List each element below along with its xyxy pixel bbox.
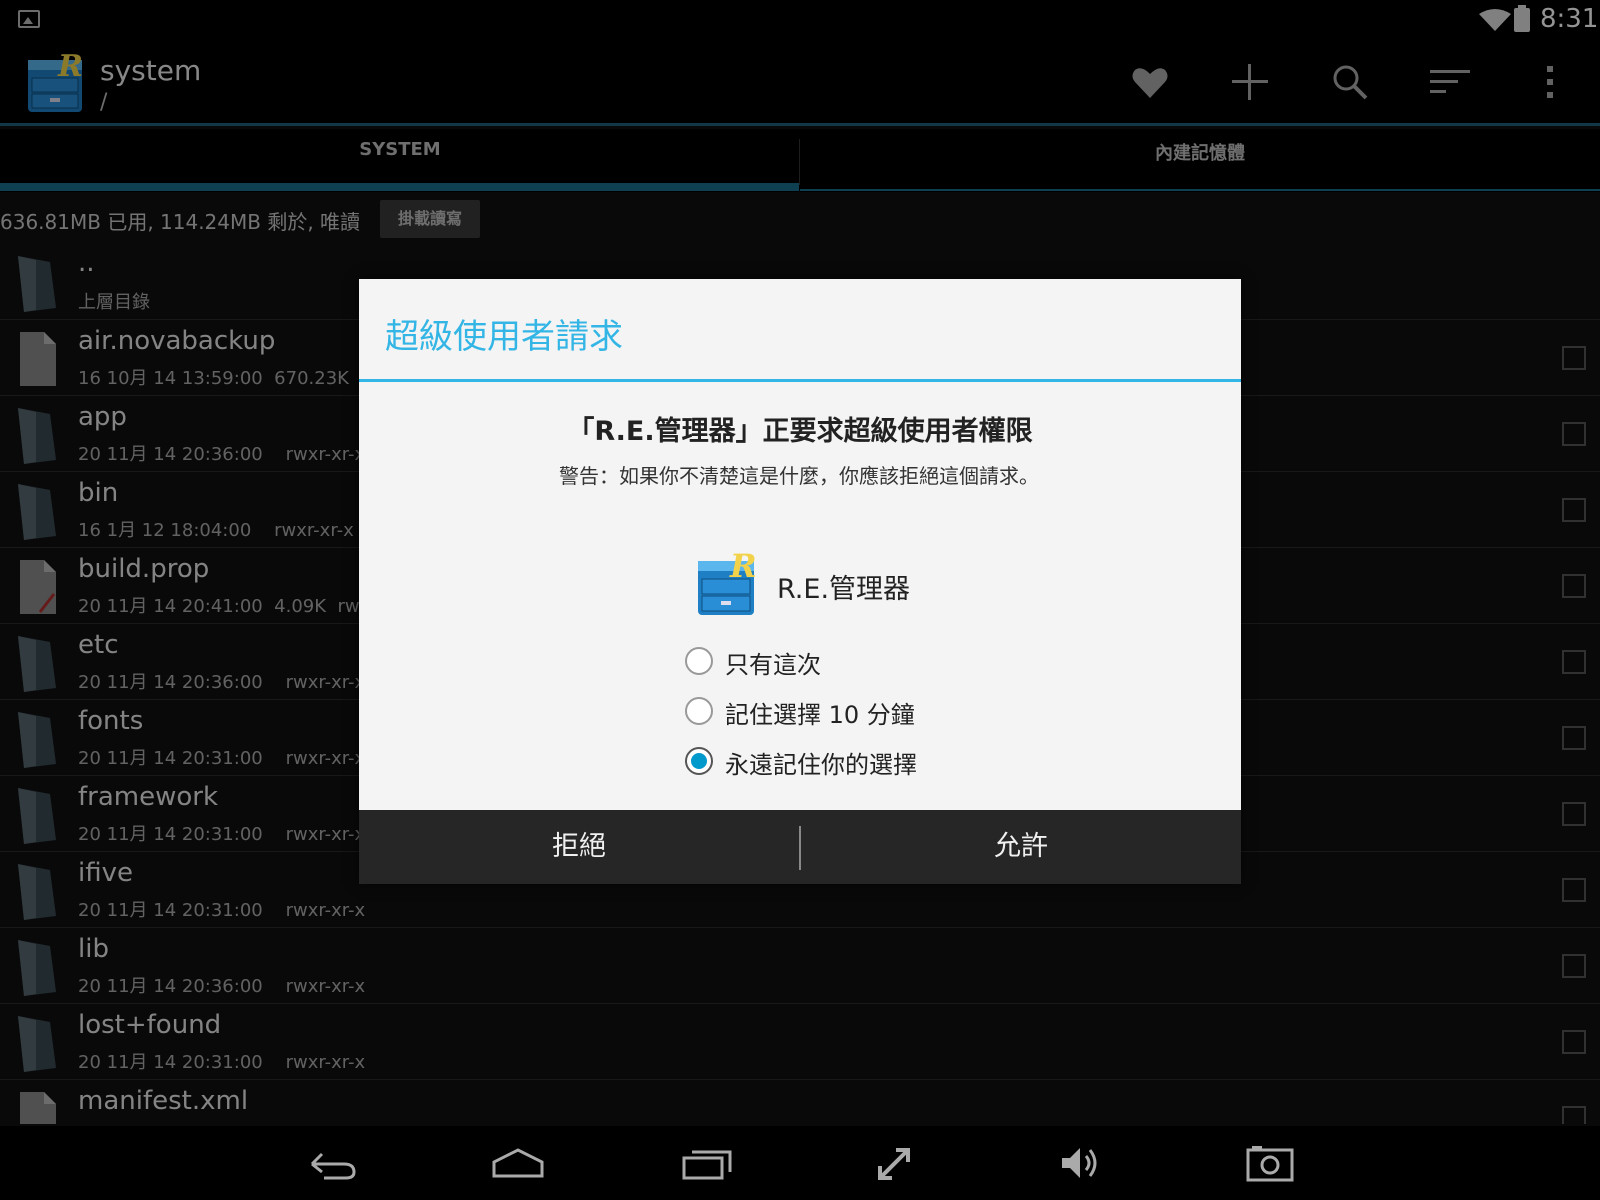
dialog-title-divider — [359, 379, 1241, 382]
re-manager-app-icon: R — [698, 547, 757, 615]
dialog-title: 超級使用者請求 — [385, 317, 623, 357]
radio-label: 永遠記住你的選擇 — [725, 751, 917, 779]
expand-icon — [878, 1148, 910, 1180]
deny-button[interactable]: 拒絕 — [359, 810, 799, 884]
radio-label: 記住選擇 10 分鐘 — [725, 701, 915, 729]
radio-button[interactable] — [685, 697, 713, 725]
volume-icon — [1062, 1148, 1097, 1178]
radio-button-selected[interactable] — [685, 747, 713, 775]
option-remember-forever[interactable]: 永遠記住你的選擇 — [685, 743, 1105, 783]
home-button[interactable] — [490, 1138, 546, 1188]
dialog-button-bar: 拒絕 允許 — [359, 810, 1241, 884]
recents-icon — [682, 1150, 732, 1180]
dialog-warning: 警告：如果你不清楚這是什麼，你應該拒絕這個請求。 — [559, 464, 1039, 488]
screenshot-button[interactable] — [1242, 1138, 1298, 1188]
back-icon — [310, 1152, 356, 1180]
svg-text:R: R — [729, 547, 757, 585]
dialog-heading: 「R.E.管理器」正要求超級使用者權限 — [567, 416, 1033, 447]
option-this-time-only[interactable]: 只有這次 — [685, 643, 1105, 683]
recents-button[interactable] — [680, 1138, 736, 1188]
option-remember-10-minutes[interactable]: 記住選擇 10 分鐘 — [685, 693, 1105, 733]
volume-button[interactable] — [1052, 1138, 1108, 1188]
expand-button[interactable] — [866, 1138, 922, 1188]
navigation-bar — [0, 1126, 1600, 1200]
home-icon — [492, 1148, 544, 1178]
allow-button[interactable]: 允許 — [801, 810, 1241, 884]
requesting-app-name: R.E.管理器 — [777, 574, 911, 605]
radio-button[interactable] — [685, 647, 713, 675]
superuser-request-dialog: 超級使用者請求 「R.E.管理器」正要求超級使用者權限 警告：如果你不清楚這是什… — [359, 279, 1241, 884]
back-button[interactable] — [304, 1138, 360, 1188]
screenshot-icon — [1246, 1146, 1294, 1182]
screen: 8:31 R system / SYSTEM 內建記憶體 636.81MB 已用… — [0, 0, 1600, 1200]
radio-label: 只有這次 — [725, 651, 821, 679]
